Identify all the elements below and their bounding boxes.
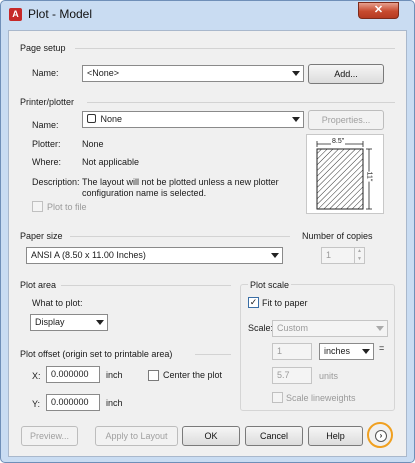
scale-lineweights-label: Scale lineweights <box>286 393 356 403</box>
expand-arrow-icon: › <box>375 430 387 442</box>
chevron-down-icon <box>271 253 279 258</box>
add-page-setup-button[interactable]: Add... <box>308 64 384 84</box>
scale-top-input[interactable]: 1 <box>272 343 312 360</box>
copies-title: Number of copies <box>302 231 373 241</box>
offset-x-unit: inch <box>106 370 123 380</box>
close-button[interactable]: ✕ <box>358 2 399 19</box>
scale-dropdown[interactable]: Custom <box>272 320 388 337</box>
center-plot-checkbox[interactable] <box>148 370 159 381</box>
printer-name-dropdown[interactable]: None <box>82 111 304 128</box>
copies-spin-buttons[interactable]: ▲ ▼ <box>354 248 364 263</box>
printer-plotter-title: Printer/plotter <box>20 97 75 107</box>
checkmark-icon: ✓ <box>249 297 258 307</box>
what-to-plot-label: What to plot: <box>32 298 83 308</box>
apply-to-layout-button[interactable]: Apply to Layout <box>95 426 178 446</box>
dialog-client-area: Page setup Name: <None> Add... Printer/p… <box>8 30 407 457</box>
printer-icon <box>87 114 96 123</box>
plot-to-file-checkbox[interactable] <box>32 201 43 212</box>
printer-properties-button[interactable]: Properties... <box>308 110 384 130</box>
help-button[interactable]: Help <box>308 426 363 446</box>
where-value: Not applicable <box>82 157 140 167</box>
paper-size-value: ANSI A (8.50 x 11.00 Inches) <box>31 250 146 260</box>
scale-units-dropdown[interactable]: inches <box>319 343 374 360</box>
plot-scale-title: Plot scale <box>248 280 292 290</box>
what-to-plot-value: Display <box>35 317 65 327</box>
title-bar[interactable]: A Plot - Model ✕ <box>1 1 414 27</box>
page-setup-title: Page setup <box>20 43 66 53</box>
paper-preview: 8.5" 11" <box>306 134 384 214</box>
preview-height-label: 11" <box>365 171 373 182</box>
where-label: Where: <box>32 157 62 167</box>
chevron-down-icon <box>292 71 300 76</box>
fit-to-paper-label: Fit to paper <box>262 298 308 308</box>
offset-y-input[interactable]: 0.000000 <box>46 394 100 411</box>
scale-equals-sign: = <box>379 343 385 353</box>
description-line-2: configuration name is selected. <box>82 188 207 198</box>
page-setup-name-dropdown[interactable]: <None> <box>82 65 304 82</box>
printer-plotter-divider <box>87 102 395 103</box>
spin-down-icon[interactable]: ▼ <box>355 256 364 264</box>
chevron-down-icon <box>96 320 104 325</box>
plot-offset-divider <box>195 354 231 355</box>
cancel-button[interactable]: Cancel <box>245 426 303 446</box>
scale-label: Scale: <box>248 323 274 333</box>
offset-x-input[interactable]: 0.000000 <box>46 366 100 383</box>
preview-width-label: 8.5" <box>331 138 346 145</box>
offset-x-label: X: <box>32 371 41 381</box>
copies-value: 1 <box>326 250 332 260</box>
plot-dialog-window: A Plot - Model ✕ Page setup Name: <None>… <box>0 0 415 463</box>
scale-value: Custom <box>277 323 309 333</box>
more-options-button[interactable]: › <box>367 422 393 448</box>
window-title: Plot - Model <box>28 7 93 21</box>
page-setup-divider <box>75 48 395 49</box>
plot-area-title: Plot area <box>20 280 57 290</box>
printer-name-value: None <box>100 114 123 124</box>
scale-lineweights-checkbox[interactable] <box>272 392 283 403</box>
plot-offset-title: Plot offset (origin set to printable are… <box>20 349 173 359</box>
plotter-label: Plotter: <box>32 139 61 149</box>
spin-up-icon[interactable]: ▲ <box>355 248 364 256</box>
preview-button[interactable]: Preview... <box>21 426 78 446</box>
page-setup-name-label: Name: <box>32 68 59 78</box>
description-line-1: The layout will not be plotted unless a … <box>82 177 279 187</box>
center-plot-label: Center the plot <box>163 370 223 380</box>
description-label: Description: <box>32 177 80 187</box>
plot-area-divider <box>61 285 231 286</box>
chevron-down-icon <box>292 117 300 122</box>
offset-y-label: Y: <box>32 399 41 409</box>
paper-size-dropdown[interactable]: ANSI A (8.50 x 11.00 Inches) <box>26 247 283 264</box>
page-setup-name-value: <None> <box>87 68 120 78</box>
paper-size-divider <box>70 236 290 237</box>
what-to-plot-dropdown[interactable]: Display <box>30 314 108 331</box>
offset-y-unit: inch <box>106 398 123 408</box>
plotter-value: None <box>82 139 104 149</box>
autocad-app-icon: A <box>9 8 22 21</box>
chevron-down-icon <box>376 326 384 331</box>
chevron-down-icon <box>362 349 370 354</box>
copies-spinner[interactable]: 1 ▲ ▼ <box>321 247 365 264</box>
fit-to-paper-checkbox[interactable]: ✓ <box>248 297 259 308</box>
paper-size-title: Paper size <box>20 231 63 241</box>
scale-bottom-unit: units <box>319 371 339 381</box>
printer-name-label: Name: <box>32 120 59 130</box>
plot-to-file-label: Plot to file <box>47 202 87 212</box>
ok-button[interactable]: OK <box>182 426 240 446</box>
paper-preview-graphic <box>316 141 372 210</box>
scale-units-value: inches <box>324 346 351 356</box>
scale-bottom-input[interactable]: 5.7 <box>272 367 312 384</box>
